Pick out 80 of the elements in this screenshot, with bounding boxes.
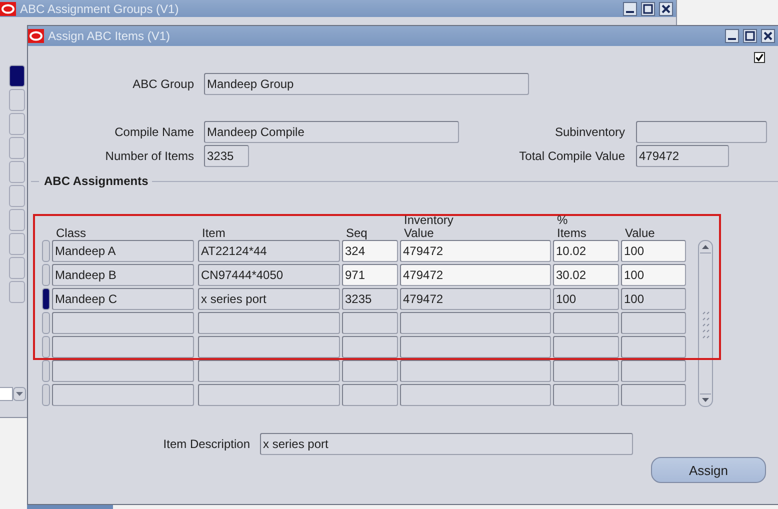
window-title: Assign ABC Items (V1) [48,29,172,43]
maximize-icon[interactable] [743,29,757,43]
close-icon[interactable] [761,29,775,43]
table-cell[interactable]: 100 [553,288,619,310]
column-header: Value [404,227,434,240]
table-cell[interactable] [198,336,340,358]
table-cell[interactable]: 100 [621,240,686,262]
column-header: Value [625,227,656,240]
table-cell[interactable] [52,384,194,406]
table-cell[interactable]: x series port [198,288,340,310]
total-compile-value-field[interactable]: 479472 [636,145,729,167]
column-header: Item [202,227,226,240]
record-indicator[interactable] [42,288,50,310]
table-cell[interactable] [553,360,619,382]
minimize-icon[interactable] [725,29,739,43]
subinventory-field[interactable] [636,121,767,143]
compile-name-field[interactable]: Mandeep Compile [204,121,459,143]
table-cell[interactable] [342,360,398,382]
table-cell[interactable]: 971 [342,264,398,286]
logo-icon [0,2,16,16]
table-cell[interactable] [342,312,398,334]
table-cell[interactable]: Mandeep A [52,240,194,262]
table-cell[interactable] [52,312,194,334]
field-label: Subinventory [554,125,625,139]
table-cell[interactable] [198,360,340,382]
assign-button[interactable]: Assign [651,457,766,483]
field-label: Compile Name [114,125,194,139]
table-cell[interactable] [400,384,551,406]
table-cell[interactable] [342,384,398,406]
logo-icon [28,29,44,43]
table-cell[interactable]: CN97444*4050 [198,264,340,286]
table-cell[interactable]: Mandeep B [52,264,194,286]
table-cell[interactable] [342,336,398,358]
field-label: Total Compile Value [518,149,625,163]
field-label: ABC Group [132,76,194,90]
table-cell[interactable]: 3235 [342,288,398,310]
table-cell[interactable] [400,336,551,358]
table-cell[interactable] [621,360,686,382]
table-cell[interactable] [553,336,619,358]
table-cell[interactable] [198,384,340,406]
table-cell[interactable] [553,312,619,334]
table-cell[interactable] [621,336,686,358]
column-header: Class [56,227,88,240]
dropdown-field[interactable] [0,387,13,401]
close-icon[interactable] [659,2,673,16]
item-description-field[interactable]: x series port [260,433,633,455]
table-cell[interactable]: 100 [621,264,686,286]
table-cell[interactable]: Mandeep C [52,288,194,310]
column-header: % [557,214,569,227]
number-of-items-field[interactable]: 3235 [204,145,249,167]
table-cell[interactable] [400,312,551,334]
column-header: Seq [346,227,368,240]
table-cell[interactable]: AT22124*44 [198,240,340,262]
column-header: Inventory [404,214,454,227]
table-cell[interactable] [400,360,551,382]
table-cell[interactable]: 479472 [400,240,551,262]
window-title: ABC Assignment Groups (V1) [20,2,180,16]
table-cell[interactable] [621,312,686,334]
table-cell[interactable] [52,336,194,358]
record-indicator[interactable] [9,65,25,87]
table-cell[interactable]: 479472 [400,288,551,310]
table-cell[interactable]: 10.02 [553,240,619,262]
section-heading: ABC Assignments [44,174,148,188]
abc-group-field[interactable]: Mandeep Group [204,72,529,94]
table-cell[interactable]: 100 [621,288,686,310]
table-cell[interactable]: 30.02 [553,264,619,286]
grip-icon[interactable] [700,308,710,338]
minimize-icon[interactable] [623,2,637,16]
table-cell[interactable] [621,384,686,406]
table-cell[interactable] [198,312,340,334]
column-header: Items [557,227,588,240]
maximize-icon[interactable] [641,2,655,16]
checkbox[interactable] [754,52,765,63]
table-cell[interactable]: 479472 [400,264,551,286]
scrollbar[interactable] [698,240,713,407]
table-cell[interactable] [553,384,619,406]
table-cell[interactable] [52,360,194,382]
field-label: Number of Items [104,149,194,163]
table-cell[interactable]: 324 [342,240,398,262]
field-label: Item Description [162,437,250,451]
